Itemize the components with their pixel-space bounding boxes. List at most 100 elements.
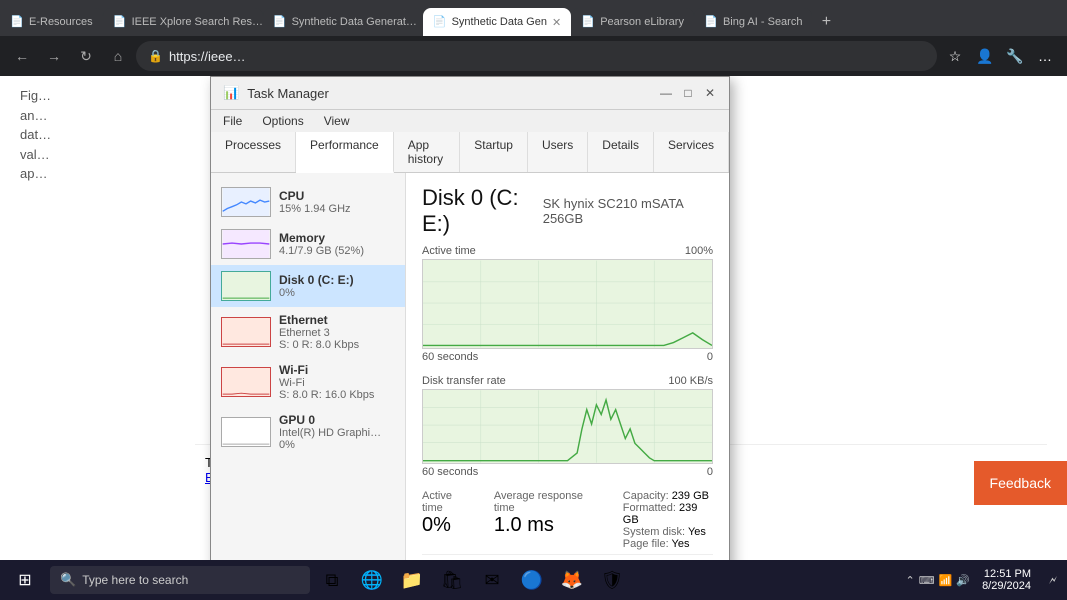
task-manager-window: 📊 Task Manager — □ ✕ File Options View P… <box>210 76 730 560</box>
taskbar: ⊞ 🔍 Type here to search ⧉ 🌐 📁 🛍 ✉ 🔵 🦊 🛡 … <box>0 560 1067 600</box>
transfer-label: Disk transfer rate <box>422 375 506 387</box>
disk-sub: 0% <box>279 287 395 299</box>
tray-up-icon[interactable]: ⌃ <box>906 574 915 587</box>
tm-tabs: Processes Performance App history Startu… <box>211 132 729 173</box>
tm-sidebar-ethernet[interactable]: Ethernet Ethernet 3 S: 0 R: 8.0 Kbps <box>211 307 405 357</box>
new-tab-button[interactable]: + <box>812 8 840 36</box>
pagefile-val: Yes <box>672 538 690 550</box>
tab-bar: 📄 E-Resources 📄 IEEE Xplore Search Res… … <box>0 0 1067 36</box>
memory-info: Memory 4.1/7.9 GB (52%) <box>279 231 395 257</box>
gpu-info: GPU 0 Intel(R) HD Graphi… 0% <box>279 413 395 451</box>
transfer-svg <box>423 390 712 463</box>
gpu-sparkline <box>222 418 270 446</box>
forward-button[interactable]: → <box>40 42 68 70</box>
tab-pearson[interactable]: 📄 Pearson eLibrary <box>571 8 694 36</box>
menu-button[interactable]: … <box>1031 42 1059 70</box>
tab-synth1[interactable]: 📄 Synthetic Data Generat… <box>263 8 423 36</box>
tm-close-button[interactable]: ✕ <box>703 86 717 100</box>
tm-tab-processes[interactable]: Processes <box>211 132 296 172</box>
tray-icons: ⌃ ⌨ 📶 🔊 <box>906 574 971 587</box>
tray-time[interactable]: 12:51 PM 8/29/2024 <box>974 568 1039 592</box>
disk-sparkline <box>222 272 270 300</box>
tm-disk-subtitle: SK hynix SC210 mSATA 256GB <box>543 196 713 226</box>
disk-info: Disk 0 (C: E:) 0% <box>279 273 395 299</box>
tm-sidebar-cpu[interactable]: CPU 15% 1.94 GHz <box>211 181 405 223</box>
tm-tab-users[interactable]: Users <box>528 132 588 172</box>
wifi-info: Wi-Fi Wi-Fi S: 8.0 R: 16.0 Kbps <box>279 363 395 401</box>
tab-ieee[interactable]: 📄 IEEE Xplore Search Res… <box>103 8 263 36</box>
tm-disk-title: Disk 0 (C: E:) <box>422 185 543 237</box>
tm-tab-performance[interactable]: Performance <box>296 132 394 173</box>
active-time-pct: 100% <box>685 245 713 257</box>
sysdisk-label: System disk: <box>623 526 685 538</box>
tab-close-synth2[interactable]: ✕ <box>552 16 561 29</box>
tm-tab-services[interactable]: Services <box>654 132 729 172</box>
tab-eresources[interactable]: 📄 E-Resources <box>0 8 103 36</box>
tm-tab-startup[interactable]: Startup <box>460 132 528 172</box>
chrome-icon[interactable]: 🔵 <box>514 562 550 598</box>
profile-button[interactable]: 👤 <box>971 42 999 70</box>
tm-sidebar-memory[interactable]: Memory 4.1/7.9 GB (52%) <box>211 223 405 265</box>
back-button[interactable]: ← <box>8 42 36 70</box>
tab-favicon-bing: 📄 <box>704 15 718 29</box>
stat-avg-val: 1.0 ms <box>494 514 603 537</box>
home-button[interactable]: ⌂ <box>104 42 132 70</box>
wifi-thumb <box>221 367 271 397</box>
tm-tab-apphistory[interactable]: App history <box>394 132 461 172</box>
gpu-sub2: 0% <box>279 439 395 451</box>
extensions-button[interactable]: 🔧 <box>1001 42 1029 70</box>
keyboard-icon: ⌨ <box>919 574 935 587</box>
store-icon[interactable]: 🛍 <box>434 562 470 598</box>
memory-sparkline <box>222 230 270 258</box>
tab-label-synth1: Synthetic Data Generat… <box>292 16 417 28</box>
stat-active-label: Active time <box>422 490 474 514</box>
firefox-icon[interactable]: 🦊 <box>554 562 590 598</box>
start-button[interactable]: ⊞ <box>0 560 50 600</box>
address-bar[interactable]: 🔒 https://ieee… <box>136 41 937 71</box>
lock-icon: 🔒 <box>148 49 163 63</box>
clock-time: 12:51 PM <box>984 568 1031 580</box>
tm-menu-file[interactable]: File <box>219 112 246 130</box>
stat-formatted-row: Formatted: 239 GB <box>623 502 713 526</box>
capacity-label: Capacity: <box>623 490 669 502</box>
memory-name: Memory <box>279 231 395 245</box>
feedback-button[interactable]: Feedback <box>974 461 1067 505</box>
transfer-bottom: 60 seconds 0 <box>422 466 713 478</box>
wifi-sub1: Wi-Fi <box>279 377 395 389</box>
tm-sidebar-disk[interactable]: Disk 0 (C: E:) 0% <box>211 265 405 307</box>
tm-maximize-button[interactable]: □ <box>681 86 695 100</box>
ethernet-sub2: S: 0 R: 8.0 Kbps <box>279 339 395 351</box>
network-icon[interactable]: 📶 <box>939 574 953 587</box>
tm-menu-view[interactable]: View <box>320 112 354 130</box>
browser-actions: ☆ 👤 🔧 … <box>941 42 1059 70</box>
disk-name: Disk 0 (C: E:) <box>279 273 395 287</box>
tab-synth2[interactable]: 📄 Synthetic Data Gen ✕ <box>423 8 572 36</box>
tm-menu-options[interactable]: Options <box>258 112 307 130</box>
mail-icon[interactable]: ✉ <box>474 562 510 598</box>
tm-sidebar: CPU 15% 1.94 GHz Memory 4.1/7.9 GB ( <box>211 173 406 560</box>
taskbar-tray: ⌃ ⌨ 📶 🔊 12:51 PM 8/29/2024 🗲 <box>906 560 1067 600</box>
ethernet-info: Ethernet Ethernet 3 S: 0 R: 8.0 Kbps <box>279 313 395 351</box>
refresh-button[interactable]: ↻ <box>72 42 100 70</box>
tm-sidebar-wifi[interactable]: Wi-Fi Wi-Fi S: 8.0 R: 16.0 Kbps <box>211 357 405 407</box>
tm-tab-details[interactable]: Details <box>588 132 654 172</box>
ethernet-sparkline <box>222 318 270 346</box>
tm-sidebar-gpu[interactable]: GPU 0 Intel(R) HD Graphi… 0% <box>211 407 405 457</box>
tm-main-header: Disk 0 (C: E:) SK hynix SC210 mSATA 256G… <box>422 185 713 237</box>
transfer-max: 100 KB/s <box>668 375 713 387</box>
tab-label-bing: Bing AI - Search <box>723 16 803 28</box>
active-time-chart-section: Active time 100% <box>422 245 713 363</box>
volume-icon[interactable]: 🔊 <box>956 574 970 587</box>
notification-button[interactable]: 🗲 <box>1043 560 1063 600</box>
security-icon[interactable]: 🛡 <box>594 562 630 598</box>
bookmark-button[interactable]: ☆ <box>941 42 969 70</box>
taskview-icon[interactable]: ⧉ <box>314 562 350 598</box>
tab-bing[interactable]: 📄 Bing AI - Search <box>694 8 813 36</box>
stat-capacity-group: Capacity: 239 GB Formatted: 239 GB Syste… <box>623 490 713 550</box>
transfer-chart-section: Disk transfer rate 100 KB/s <box>422 375 713 478</box>
edge-icon[interactable]: 🌐 <box>354 562 390 598</box>
fileexplorer-icon[interactable]: 📁 <box>394 562 430 598</box>
tm-window-buttons: — □ ✕ <box>659 86 717 100</box>
taskbar-search[interactable]: 🔍 Type here to search <box>50 566 310 594</box>
tm-minimize-button[interactable]: — <box>659 86 673 100</box>
